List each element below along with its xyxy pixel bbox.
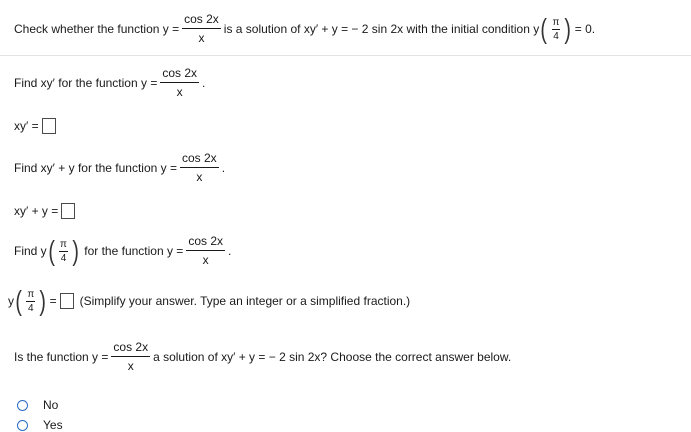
step3-fraction: cos 2x x (186, 234, 225, 268)
right-paren: ) (564, 13, 572, 45)
step1-prompt: Find xy′ for the function y = cos 2x x . (14, 66, 206, 100)
arg-denominator: 4 (28, 302, 34, 314)
fraction-numerator: cos 2x (111, 340, 151, 358)
step2-period: . (221, 161, 226, 176)
question-prompt: Is the function y = cos 2x x a solution … (14, 340, 512, 374)
condition-numerator: π (551, 16, 561, 30)
step1-answer-input[interactable] (41, 118, 56, 134)
step1-answer-label: xy′ = (14, 119, 39, 133)
step3-answer-lhs: y (8, 294, 14, 308)
question-text-end: a solution of xy′ + y = − 2 sin 2x? Choo… (153, 350, 512, 365)
step1-text: Find xy′ for the function y = (14, 76, 158, 91)
step2-fraction: cos 2x x (180, 151, 219, 185)
step3-prompt: Find y ( π 4 ) for the function y = cos … (14, 234, 232, 268)
step2-answer-row: xy′ + y = (14, 203, 76, 219)
fraction-denominator: x (127, 359, 134, 374)
option-no[interactable]: No (17, 398, 63, 412)
header-divider (0, 55, 691, 56)
fraction-denominator: x (196, 170, 203, 185)
step1-fraction: cos 2x x (160, 66, 200, 100)
step3-text-mid: for the function y = (84, 244, 184, 259)
question-fraction: cos 2x x (111, 340, 151, 374)
step1-period: . (202, 76, 206, 91)
step3-text-start: Find y (14, 244, 47, 259)
option-yes[interactable]: Yes (17, 418, 63, 432)
statement-text-end: = 0. (574, 22, 596, 37)
fraction-numerator: cos 2x (186, 234, 225, 252)
option-label: No (43, 398, 59, 412)
right-paren: ) (72, 235, 79, 267)
answer-options: No Yes (17, 398, 63, 432)
step3-arg-fraction: π 4 (59, 239, 68, 264)
question-text-start: Is the function y = (14, 350, 109, 365)
step3-hint: (Simplify your answer. Type an integer o… (79, 294, 411, 308)
step3-equals: = (49, 294, 57, 308)
step2-answer-label: xy′ + y = (14, 204, 59, 218)
condition-fraction: π 4 (551, 16, 561, 42)
left-paren: ( (540, 13, 548, 45)
step1-answer-row: xy′ = (14, 118, 56, 134)
function-fraction: cos 2x x (182, 12, 221, 46)
step3-answer-row: y ( π 4 ) = (Simplify your answer. Type … (8, 287, 410, 315)
statement-text-start: Check whether the function y = (14, 22, 180, 37)
step2-prompt: Find xy′ + y for the function y = cos 2x… (14, 151, 226, 185)
arg-numerator: π (59, 238, 68, 252)
radio-button[interactable] (17, 399, 28, 411)
option-label: Yes (43, 418, 63, 432)
arg-denominator: 4 (60, 252, 67, 264)
fraction-denominator: x (198, 31, 205, 46)
statement-text-middle: is a solution of xy′ + y = − 2 sin 2x wi… (223, 22, 540, 37)
fraction-numerator: cos 2x (160, 66, 200, 84)
problem-statement: Check whether the function y = cos 2x x … (14, 12, 596, 46)
step3-period: . (228, 244, 232, 259)
left-paren: ( (48, 235, 55, 267)
step2-answer-input[interactable] (61, 203, 76, 219)
left-paren: ( (15, 285, 22, 316)
radio-button[interactable] (17, 419, 28, 431)
step2-text: Find xy′ + y for the function y = (14, 161, 177, 176)
arg-numerator: π (26, 288, 36, 302)
condition-denominator: 4 (553, 30, 559, 42)
fraction-numerator: cos 2x (180, 151, 219, 169)
fraction-denominator: x (176, 85, 183, 100)
right-paren: ) (39, 285, 47, 316)
fraction-numerator: cos 2x (182, 12, 221, 30)
step3-answer-fraction: π 4 (26, 288, 36, 314)
step3-answer-input[interactable] (59, 293, 74, 309)
fraction-denominator: x (202, 253, 209, 268)
